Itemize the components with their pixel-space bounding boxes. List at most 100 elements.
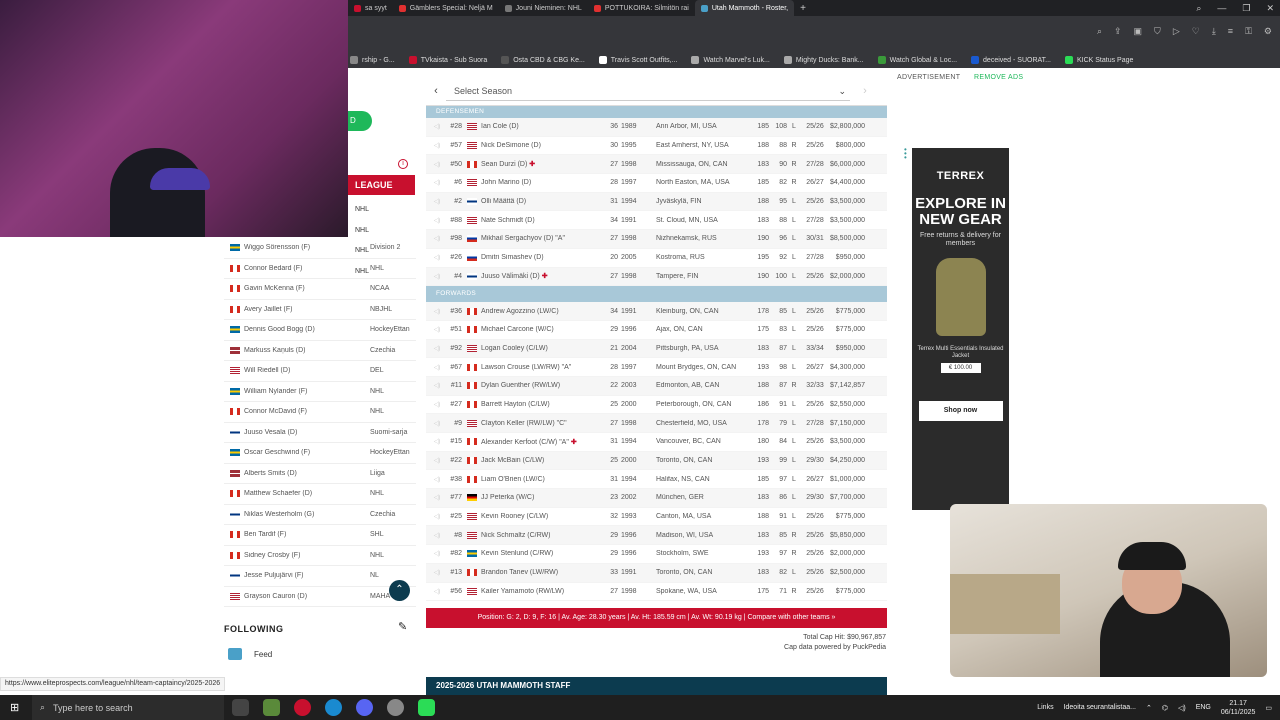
restore-icon[interactable]: ❐ — [1242, 3, 1250, 14]
player-name-cell[interactable]: Nick DeSimone (D) — [481, 142, 606, 149]
player-name-cell[interactable]: JJ Peterka (W/C) — [481, 494, 606, 501]
screenshot-icon[interactable]: ▣ — [1134, 26, 1143, 37]
player-name[interactable]: Markuss Kaņuls (D) — [244, 347, 370, 354]
player-league[interactable]: NBJHL — [370, 306, 392, 313]
browser-tab[interactable]: Gämblers Special: Neljä M — [393, 0, 499, 16]
player-name-link[interactable]: Juuso Välimäki (D) — [481, 273, 540, 280]
edit-icon[interactable]: ✎ — [398, 620, 407, 633]
sound-icon[interactable]: ◁) — [426, 364, 448, 371]
sound-icon[interactable]: ◁) — [426, 494, 448, 501]
player-name[interactable]: Jesse Puljujärvi (F) — [244, 572, 370, 579]
bookmark-item[interactable]: Watch Marvel's Luk... — [691, 56, 770, 64]
player-league[interactable]: Czechia — [370, 347, 395, 354]
sound-icon[interactable]: ◁) — [426, 198, 448, 205]
sound-icon[interactable]: ◁) — [426, 513, 448, 520]
player-name-cell[interactable]: Lawson Crouse (LW/RW) "A" — [481, 364, 606, 371]
search-icon[interactable]: ⌕ — [1097, 26, 1102, 37]
sound-icon[interactable]: ◁) — [426, 273, 448, 280]
player-name-cell[interactable]: Logan Cooley (C/LW) — [481, 345, 606, 352]
top-league-item[interactable]: NHL — [355, 200, 415, 221]
player-list-item[interactable]: Dennis Good Bogg (D) HockeyEttan — [224, 320, 416, 341]
roster-summary-bar[interactable]: Position: G: 2, D: 9, F: 16 | Av. Age: 2… — [426, 608, 887, 628]
player-league[interactable]: NCAA — [370, 285, 389, 292]
sound-icon[interactable]: ◁) — [426, 420, 448, 427]
player-league[interactable]: NHL — [370, 490, 384, 497]
language-indicator[interactable]: ENG — [1196, 704, 1211, 711]
player-league[interactable]: NHL — [370, 408, 384, 415]
player-name[interactable]: Will Riedell (D) — [244, 367, 370, 374]
sound-icon[interactable]: ◁) — [426, 382, 448, 389]
player-name-link[interactable]: Sean Durzi (D) — [481, 161, 527, 168]
player-league[interactable]: NL — [370, 572, 379, 579]
sound-icon[interactable]: ◁) — [426, 532, 448, 539]
player-name-link[interactable]: Nick DeSimone (D) — [481, 142, 541, 149]
player-list-item[interactable]: Matthew Schaefer (D) NHL — [224, 484, 416, 505]
bookmark-item[interactable]: Mighty Ducks: Bank... — [783, 56, 864, 64]
player-name[interactable]: Grayson Cauron (D) — [244, 593, 370, 600]
player-league[interactable]: HockeyEttan — [370, 449, 410, 456]
player-list-item[interactable]: Oscar Geschwind (F) HockeyEttan — [224, 443, 416, 464]
player-name-cell[interactable]: Dylan Guenther (RW/LW) — [481, 382, 606, 389]
player-league[interactable]: SHL — [370, 531, 384, 538]
task-view-icon[interactable] — [232, 699, 249, 716]
ad-banner[interactable]: TERREX EXPLORE IN NEW GEAR Free returns … — [912, 148, 1009, 510]
player-list-item[interactable]: Grayson Cauron (D) MAHA 14U — [224, 587, 416, 607]
sound-icon[interactable]: ◁) — [426, 142, 448, 149]
player-name-link[interactable]: Andrew Agozzino (LW/C) — [481, 308, 559, 315]
bookmark-item[interactable]: Watch Global & Loc... — [877, 56, 957, 64]
browser-tab[interactable]: sa syyt — [348, 0, 393, 16]
sound-icon[interactable]: ◁) — [426, 550, 448, 557]
player-name-cell[interactable]: Dmitri Simashev (D) — [481, 254, 606, 261]
more-options-icon[interactable]: • • • — [904, 146, 907, 162]
remove-ads-link[interactable]: REMOVE ADS — [974, 74, 1023, 81]
menu-icon[interactable]: ≡ — [1228, 26, 1233, 37]
sound-icon[interactable]: ◁) — [426, 345, 448, 352]
browser-tab[interactable]: Jouni Nieminen: NHL — [499, 0, 588, 16]
sound-icon[interactable]: ◁) — [426, 123, 448, 130]
player-list-item[interactable]: Ben Tardif (F) SHL — [224, 525, 416, 546]
player-name[interactable]: Wiggo Sörensson (F) — [244, 244, 370, 251]
sound-icon[interactable]: ◁) — [426, 254, 448, 261]
player-name[interactable]: William Nylander (F) — [244, 388, 370, 395]
taskbar-search[interactable]: ⌕ Type here to search — [32, 695, 224, 720]
kick-icon[interactable] — [418, 699, 435, 716]
player-name-link[interactable]: Barrett Hayton (C/LW) — [481, 401, 550, 408]
player-name-cell[interactable]: Kevin Rooney (C/LW) — [481, 513, 606, 520]
info-icon[interactable]: i — [398, 159, 408, 169]
player-name[interactable]: Gavin McKenna (F) — [244, 285, 370, 292]
player-list-item[interactable]: Avery Jaillet (F) NBJHL — [224, 300, 416, 320]
player-name-link[interactable]: Nick Schmaltz (C/RW) — [481, 532, 550, 539]
player-name-link[interactable]: Kailer Yamamoto (RW/LW) — [481, 588, 564, 595]
player-league[interactable]: DEL — [370, 367, 384, 374]
links-label[interactable]: Links — [1037, 704, 1053, 711]
player-list-item[interactable]: Connor Bedard (F) NHL — [224, 259, 416, 279]
player-league[interactable]: Czechia — [370, 511, 395, 518]
player-name-link[interactable]: Ian Cole (D) — [481, 123, 519, 130]
player-name-link[interactable]: Kevin Stenlund (C/RW) — [481, 550, 553, 557]
player-list-item[interactable]: Sidney Crosby (F) NHL — [224, 546, 416, 566]
heart-icon[interactable]: ♡ — [1192, 26, 1200, 37]
player-name[interactable]: Sidney Crosby (F) — [244, 552, 370, 559]
player-league[interactable]: HockeyEttan — [370, 326, 410, 333]
player-name-link[interactable]: JJ Peterka (W/C) — [481, 494, 534, 501]
player-name-cell[interactable]: Brandon Tanev (LW/RW) — [481, 569, 606, 576]
player-name-cell[interactable]: Kailer Yamamoto (RW/LW) — [481, 588, 606, 595]
player-name-cell[interactable]: Mikhail Sergachyov (D) "A" — [481, 235, 606, 242]
share-icon[interactable]: ⇪ — [1114, 26, 1122, 37]
sound-icon[interactable]: ◁) — [426, 476, 448, 483]
player-list-item[interactable]: Will Riedell (D) DEL — [224, 361, 416, 382]
player-name-cell[interactable]: Andrew Agozzino (LW/C) — [481, 308, 606, 315]
search-tabs-icon[interactable]: ⌕ — [1196, 3, 1201, 14]
sound-icon[interactable]: ◁) — [426, 438, 448, 445]
player-name[interactable]: Dennis Good Bogg (D) — [244, 326, 370, 333]
notifications-icon[interactable]: ▭ — [1265, 704, 1272, 712]
player-league[interactable]: NHL — [370, 265, 384, 272]
sound-icon[interactable]: ◁) — [426, 235, 448, 242]
player-name[interactable]: Juuso Vesala (D) — [244, 429, 370, 436]
sound-icon[interactable]: ◁) — [426, 217, 448, 224]
player-name-cell[interactable]: Juuso Välimäki (D) ✚ — [481, 272, 606, 280]
player-name-cell[interactable]: Ian Cole (D) — [481, 123, 606, 130]
player-league[interactable]: NHL — [370, 388, 384, 395]
player-name[interactable]: Connor McDavid (F) — [244, 408, 370, 415]
bookmark-item[interactable]: Travis Scott Outfits,... — [598, 56, 677, 64]
